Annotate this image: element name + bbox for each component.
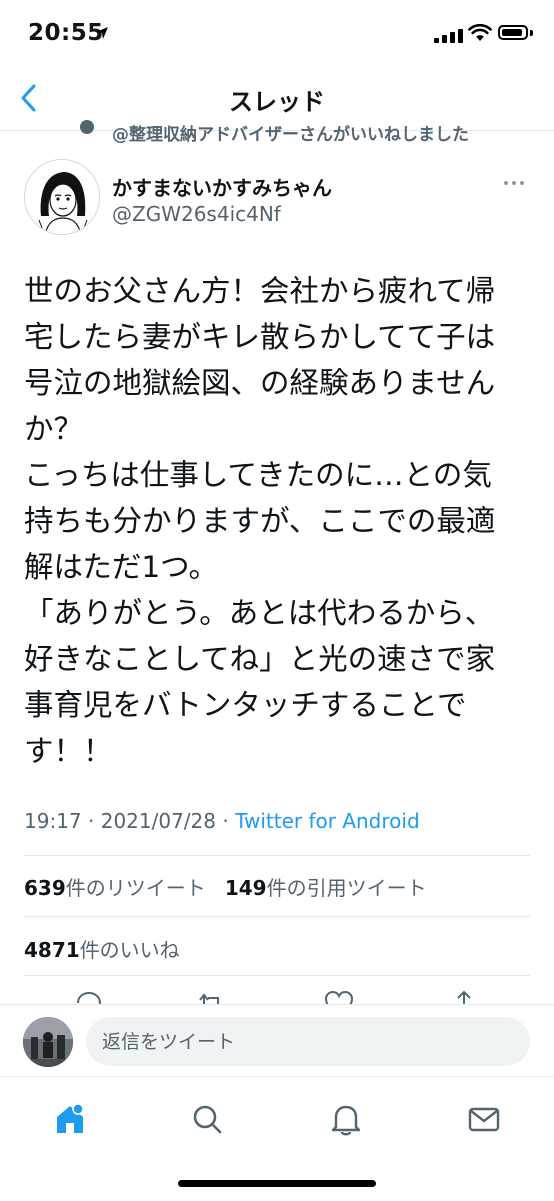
tweet-actions — [0, 990, 554, 1004]
likes-stats-row: 4871件のいいね — [24, 934, 180, 963]
more-icon — [504, 181, 508, 185]
reply-icon[interactable] — [75, 990, 103, 1004]
tweet-line: こっちは仕事してきたのに…との気 — [24, 458, 492, 492]
retweets-link[interactable]: 639件のリツイート — [24, 876, 206, 900]
tweet-date: 2021/07/28 — [100, 809, 216, 833]
author-handle[interactable]: @ZGW26s4ic4Nf — [112, 202, 281, 226]
quotes-link[interactable]: 149件の引用ツイート — [225, 876, 427, 900]
social-context: @整理収納アドバイザーさんがいいねしました — [76, 124, 469, 144]
status-bar: 20:55 — [0, 0, 554, 66]
tweet-line: 解はただ1つ。 — [24, 550, 218, 584]
reply-input[interactable] — [86, 1017, 530, 1066]
tweet-metadata: 19:17 · 2021/07/28 · Twitter for Android — [24, 809, 420, 833]
tweet-line: 世のお父さん方！会社から疲れて帰 — [24, 274, 496, 308]
meta-separator: · — [222, 809, 229, 833]
tweet-line: 好きなことしてね」と光の速さで家 — [24, 642, 496, 676]
tab-notifications[interactable] — [326, 1099, 366, 1139]
battery-cap — [530, 30, 533, 36]
status-time: 20:55 — [28, 20, 104, 46]
retweet-icon[interactable] — [196, 990, 226, 1004]
home-indicator — [178, 1180, 376, 1187]
retweets-label: 件のリツイート — [65, 876, 206, 900]
tweet-line: か？ — [24, 412, 84, 446]
likes-label: 件のいいね — [79, 938, 180, 962]
likes-count: 4871 — [24, 938, 80, 962]
social-context-text: @整理収納アドバイザーさんがいいねしました — [112, 125, 469, 144]
avatar[interactable] — [24, 159, 100, 235]
tweet-line: す！！ — [24, 734, 113, 768]
search-icon — [193, 1105, 222, 1134]
tweet-line: 事育児をバトンタッチすることで — [24, 688, 467, 722]
tweet-source-link[interactable]: Twitter for Android — [235, 809, 420, 833]
location-arrow-icon — [96, 27, 108, 39]
reply-bar — [0, 1004, 554, 1077]
like-icon[interactable] — [324, 990, 354, 1004]
more-options-button[interactable] — [504, 176, 530, 190]
tweet-line: 持ちも分かりますが、ここでの最適 — [24, 504, 496, 538]
likes-link[interactable]: 4871件のいいね — [24, 938, 180, 962]
share-icon[interactable] — [452, 990, 476, 1004]
quotes-count: 149 — [224, 876, 267, 900]
tweet-line: 「ありがとう。あとは代わるから、 — [24, 596, 495, 630]
tweet-text: 世のお父さん方！会社から疲れて帰 宅したら妻がキレ散らかしてて子は 号泣の地獄絵… — [24, 268, 534, 774]
tab-home[interactable] — [50, 1099, 90, 1139]
home-icon — [57, 1103, 84, 1133]
divider — [24, 855, 530, 856]
current-user-avatar[interactable] — [23, 1017, 73, 1067]
battery-icon — [498, 25, 528, 40]
retweets-count: 639 — [24, 876, 66, 900]
quotes-label: 件の引用ツイート — [266, 876, 427, 900]
cellular-signal-icon — [434, 27, 463, 43]
current-user-avatar-image — [23, 1017, 73, 1067]
tweet-time: 19:17 — [24, 809, 82, 833]
avatar-illustration — [25, 160, 99, 234]
author-name[interactable]: かすまないかすみちゃん — [112, 172, 332, 201]
tweet-line: 号泣の地獄絵図、の経験ありません — [24, 366, 496, 400]
divider — [24, 916, 530, 917]
retweet-stats-row: 639件のリツイート 149件の引用ツイート — [24, 872, 427, 901]
divider — [24, 975, 530, 976]
tab-search[interactable] — [187, 1099, 227, 1139]
bell-icon — [331, 1105, 361, 1136]
meta-separator: · — [88, 809, 95, 833]
page-title: スレッド — [229, 88, 325, 116]
wifi-icon — [468, 24, 492, 41]
tab-messages[interactable] — [464, 1099, 504, 1139]
tweet-line: 宅したら妻がキレ散らかしてて子は — [24, 320, 496, 354]
mail-icon — [468, 1107, 500, 1132]
